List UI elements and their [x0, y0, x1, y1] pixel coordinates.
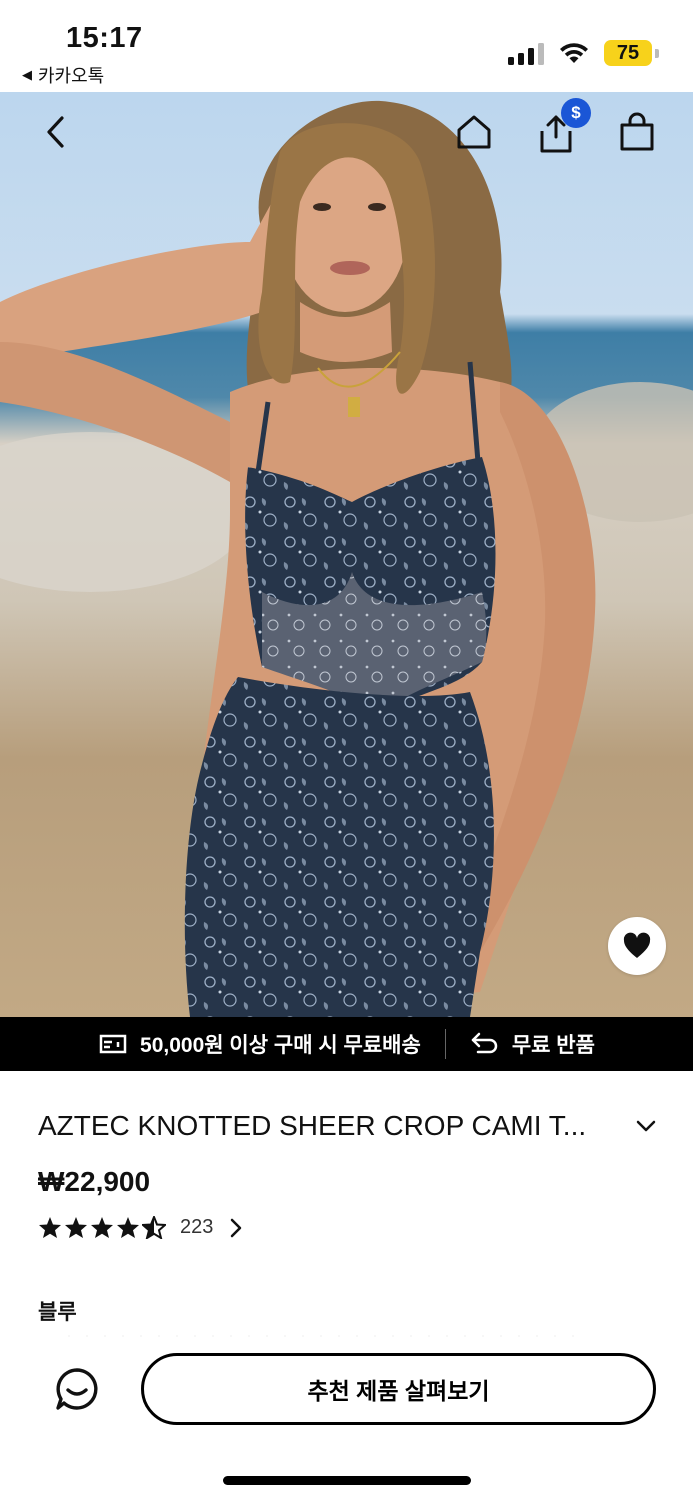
share-reward-badge: $	[561, 98, 591, 128]
product-photo[interactable]	[0, 92, 693, 1017]
review-count: 223	[180, 1216, 214, 1238]
return-arrow-icon	[471, 1032, 498, 1054]
cart-button[interactable]	[613, 108, 661, 156]
product-photo-illustration	[0, 100, 693, 1017]
battery-level: 75	[604, 40, 652, 66]
home-button[interactable]	[450, 108, 498, 156]
system-icons: 75	[508, 40, 659, 66]
selected-color-label: 블루	[38, 1301, 77, 1324]
heart-icon	[623, 932, 651, 958]
product-price: ₩22,900	[38, 1166, 151, 1197]
star-full-icon	[117, 1217, 139, 1238]
back-button[interactable]	[32, 108, 80, 156]
star-full-icon	[65, 1217, 87, 1238]
battery-icon: 75	[604, 40, 659, 66]
back-chevron-icon	[47, 116, 64, 148]
promo-divider	[444, 1029, 446, 1059]
promo-bar: 50,000원 이상 구매 시 무료배송 무료 반품	[0, 1017, 693, 1071]
back-to-app-link[interactable]: ◀ 카카오톡	[22, 62, 104, 88]
home-indicator[interactable]	[223, 1476, 471, 1485]
rating-row[interactable]: 223	[38, 1216, 243, 1239]
free-shipping-info: 50,000원 이상 구매 시 무료배송	[98, 1029, 421, 1059]
back-app-label: 카카오톡	[38, 66, 105, 86]
free-return-info: 무료 반품	[470, 1029, 595, 1059]
chevron-right-icon	[231, 1218, 242, 1237]
shopping-bag-icon	[620, 112, 654, 151]
signal-icon	[508, 41, 544, 65]
divider-dots	[60, 1334, 580, 1338]
status-time: 15:17	[66, 22, 143, 54]
chat-bubble-icon	[56, 1368, 98, 1410]
free-return-text: 무료 반품	[511, 1034, 595, 1057]
free-shipping-text: 50,000원 이상 구매 시 무료배송	[140, 1034, 421, 1057]
status-bar: 15:17 ◀ 카카오톡 75	[0, 0, 693, 92]
truck-icon	[99, 1034, 127, 1054]
back-triangle-icon: ◀	[22, 67, 32, 82]
chat-button[interactable]	[54, 1366, 100, 1412]
rating-stars	[38, 1216, 166, 1239]
star-full-icon	[91, 1217, 113, 1238]
product-title: AZTEC KNOTTED SHEER CROP CAMI T...	[38, 1110, 587, 1141]
wifi-icon	[560, 43, 588, 63]
recommend-products-button[interactable]: 추천 제품 살펴보기	[141, 1353, 656, 1425]
star-half-icon	[142, 1216, 166, 1239]
chevron-down-icon[interactable]	[634, 1116, 658, 1136]
star-full-icon	[39, 1217, 61, 1238]
wishlist-button[interactable]	[608, 917, 666, 975]
home-icon	[457, 115, 491, 149]
